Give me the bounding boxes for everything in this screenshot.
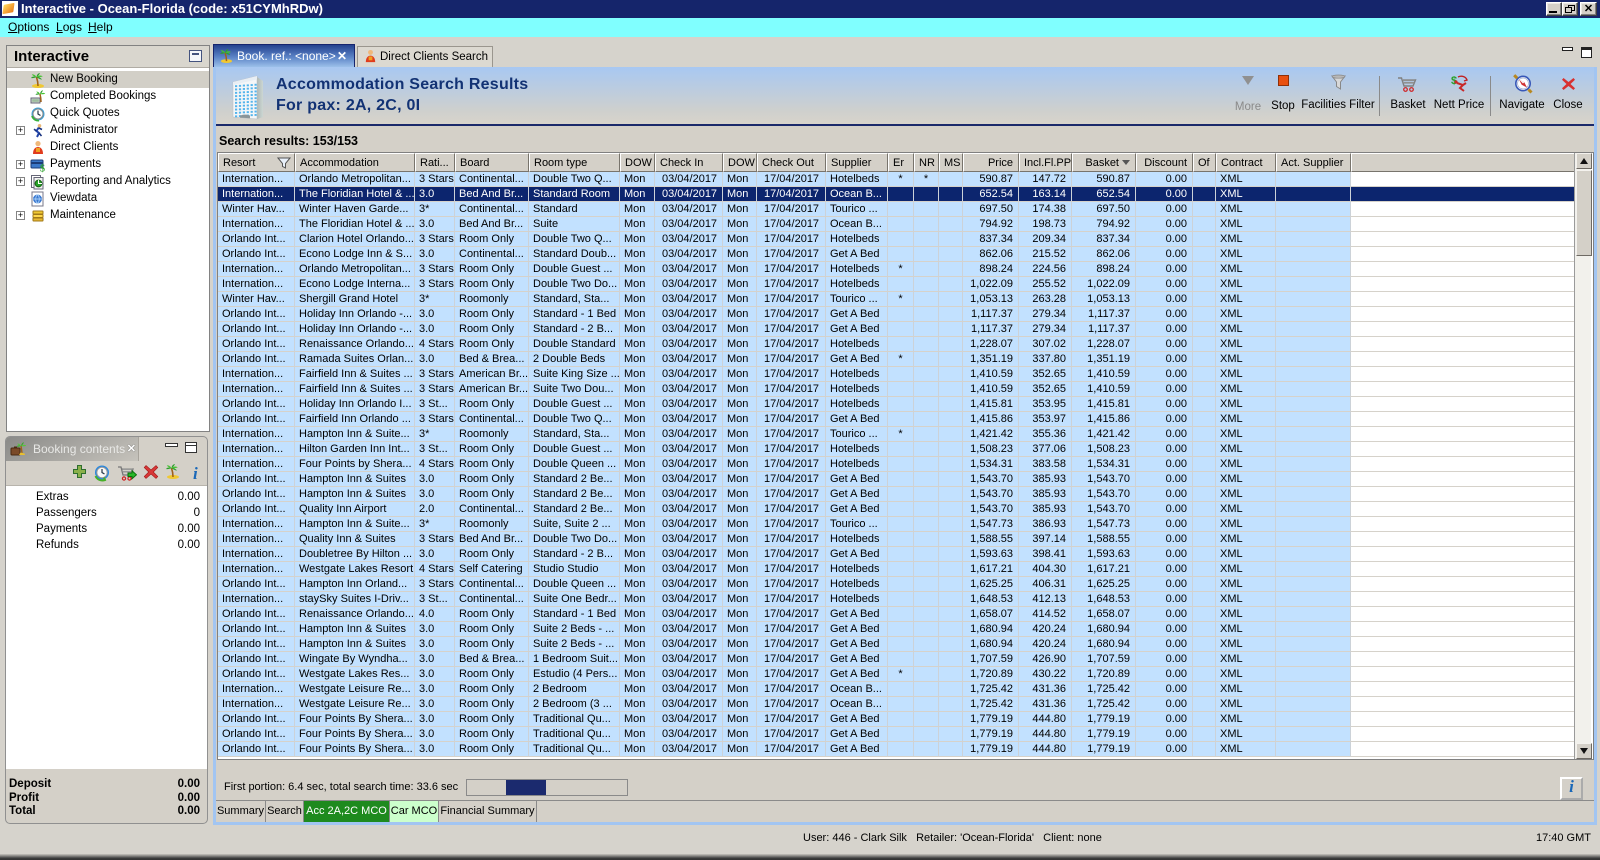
- svg-text:$: $: [40, 163, 45, 173]
